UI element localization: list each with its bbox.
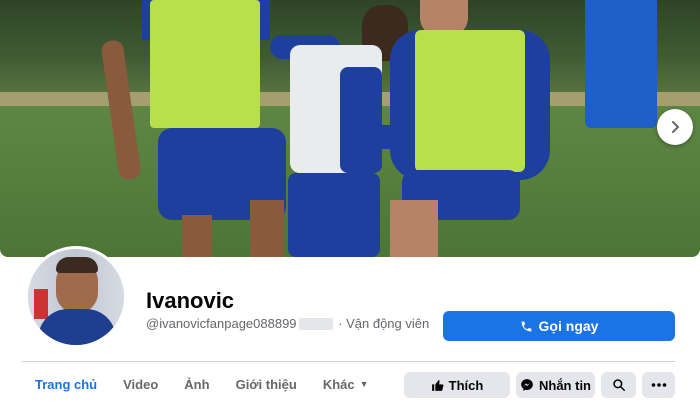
tab-home[interactable]: Trang chủ [22,364,110,404]
tab-more-label: Khác [322,376,355,392]
tab-about[interactable]: Giới thiệu [223,364,310,404]
page-meta: @ivanovicfanpage088899 · Vận động viên [146,316,429,331]
more-icon [651,383,666,387]
cover-photo[interactable] [0,0,700,257]
tab-photos-label: Ảnh [184,376,210,392]
caret-down-icon: ▼ [359,379,369,389]
tab-home-label: Trang chủ [35,376,98,392]
search-button[interactable] [601,372,636,398]
avatar-image [28,249,124,345]
more-button[interactable] [642,372,675,398]
page-name: Ivanovic [146,288,235,313]
page-handle: @ivanovicfanpage088899 [146,316,297,331]
like-label: Thích [448,377,484,393]
cover-next-button[interactable] [657,109,693,145]
cover-player-right [370,0,555,257]
call-now-button[interactable]: Gọi ngay [443,311,675,341]
tab-photos[interactable]: Ảnh [171,364,222,404]
profile-avatar[interactable] [25,246,127,348]
chevron-right-icon [672,121,679,133]
tab-about-label: Giới thiệu [235,376,297,392]
messenger-icon [521,379,533,391]
message-button[interactable]: Nhắn tin [516,372,595,398]
message-label: Nhắn tin [539,377,591,393]
meta-separator: · [334,316,347,331]
tab-video[interactable]: Video [110,364,171,404]
page-tabs: Trang chủ Video Ảnh Giới thiệu Khác ▼ [22,364,382,404]
page-category[interactable]: Vận động viên [346,316,429,331]
search-icon [612,379,625,392]
thumbs-up-icon [431,379,444,391]
tab-more[interactable]: Khác ▼ [310,364,382,404]
tab-video-label: Video [123,376,159,392]
like-button[interactable]: Thích [404,372,510,398]
section-divider [22,361,675,362]
redacted-text [298,317,333,330]
cover-blue-padding [585,0,657,128]
phone-icon [521,321,531,331]
call-now-label: Gọi ngay [538,318,599,334]
